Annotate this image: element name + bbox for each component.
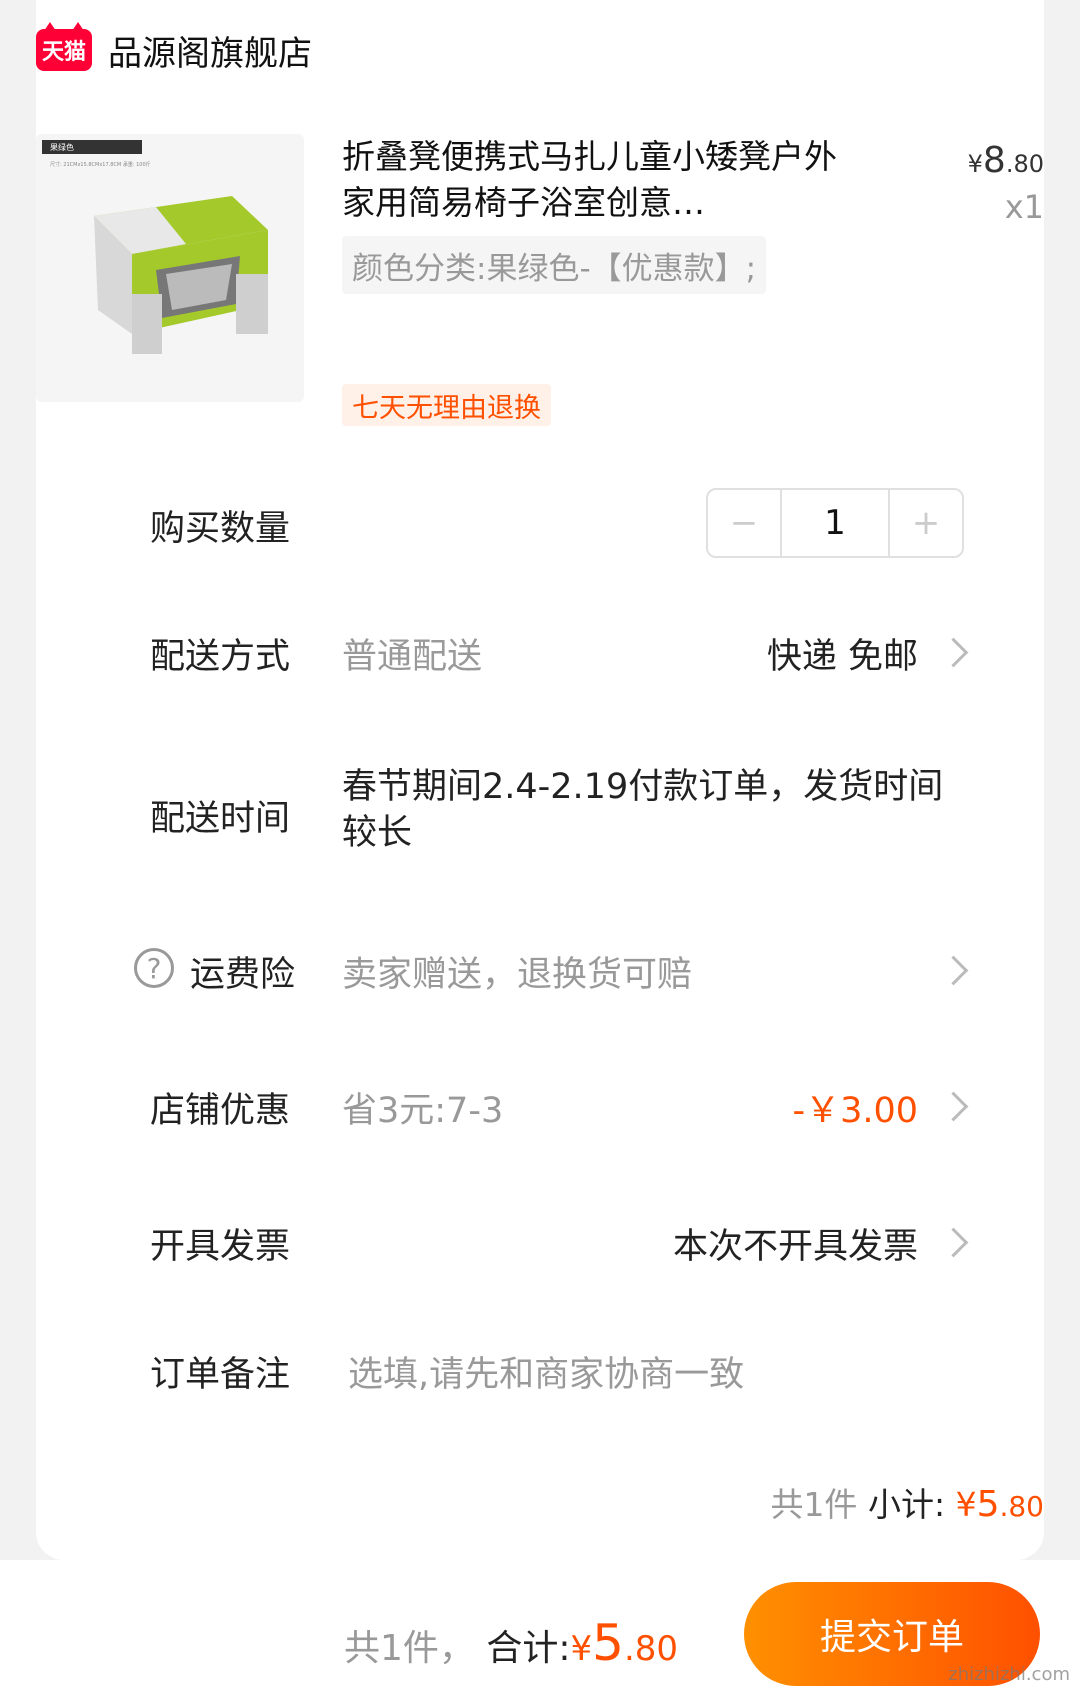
- tmall-logo: 天猫: [36, 22, 92, 71]
- bottom-bar: 共1件， 合计:¥5.80 提交订单 zhizhizhi.com: [0, 1560, 1080, 1708]
- invoice-value: 本次不开具发票: [672, 1227, 918, 1267]
- sku-info[interactable]: 颜色分类:果绿色-【优惠款】;: [342, 236, 767, 294]
- delivery-right: 快递 免邮: [766, 637, 918, 677]
- minus-button[interactable]: −: [708, 490, 780, 556]
- shop-name[interactable]: 品源阁旗舰店: [108, 26, 312, 75]
- chevron-right-icon: [938, 1227, 969, 1258]
- subtotal: 共1件 小计: ¥5.80: [770, 1478, 1044, 1526]
- product-price: ¥8.80: [968, 140, 1044, 181]
- subtotal-dec: .80: [999, 1490, 1044, 1523]
- chevron-right-icon: [938, 637, 969, 668]
- delivery-value: 普通配送: [342, 637, 483, 677]
- total-int: 5: [592, 1614, 624, 1672]
- help-icon[interactable]: ?: [134, 948, 174, 988]
- subtotal-count: 共1件: [770, 1485, 858, 1524]
- product-title[interactable]: 折叠凳便携式马扎儿童小矮凳户外家用简易椅子浴室创意…: [342, 134, 852, 226]
- image-caption: 尺寸: 21CMx15.8CMx17.8CM 承重: 100斤: [50, 161, 151, 168]
- delivery-label: 配送方式: [150, 637, 291, 677]
- quantity-stepper[interactable]: − 1 +: [706, 488, 964, 558]
- chevron-right-icon: [938, 1091, 969, 1122]
- discount-row[interactable]: 店铺优惠 省3元:7-3 -￥3.00: [0, 1082, 1008, 1132]
- invoice-label: 开具发票: [150, 1227, 291, 1267]
- subtotal-label: 小计:: [867, 1485, 946, 1524]
- total-dec: .80: [623, 1629, 679, 1669]
- delivery-time-label: 配送时间: [150, 799, 291, 839]
- stool-image: 果绿色 尺寸: 21CMx15.8CMx17.8CM 承重: 100斤: [42, 140, 268, 354]
- quantity-label: 购买数量: [150, 509, 291, 549]
- discount-label: 店铺优惠: [150, 1091, 291, 1131]
- insurance-value: 卖家赠送，退换货可赔: [342, 955, 693, 995]
- product-quantity: x1: [1004, 188, 1044, 226]
- total-count: 共1件，: [344, 1628, 475, 1669]
- subtotal-symbol: ¥: [955, 1485, 977, 1524]
- insurance-label: 运费险: [190, 955, 296, 995]
- shop-header[interactable]: 天猫 品源阁旗舰店: [36, 22, 312, 75]
- insurance-row[interactable]: ? 运费险 卖家赠送，退换货可赔: [0, 946, 1008, 996]
- delivery-row[interactable]: 配送方式 普通配送 快递 免邮: [0, 628, 1008, 678]
- subtotal-int: 5: [976, 1484, 1000, 1525]
- delivery-time-value: 春节期间2.4-2.19付款订单，发货时间较长: [342, 767, 944, 853]
- total-label: 合计:: [486, 1628, 571, 1669]
- return-policy-tag: 七天无理由退换: [342, 384, 551, 426]
- invoice-row[interactable]: 开具发票 本次不开具发票: [0, 1218, 1008, 1268]
- discount-value: 省3元:7-3: [342, 1091, 504, 1131]
- chevron-right-icon: [938, 955, 969, 986]
- plus-button[interactable]: +: [890, 490, 962, 556]
- total-symbol: ¥: [570, 1629, 593, 1669]
- discount-amount: -￥3.00: [792, 1091, 918, 1131]
- product-image[interactable]: 果绿色 尺寸: 21CMx15.8CMx17.8CM 承重: 100斤: [36, 134, 304, 402]
- price-dec: .80: [1005, 150, 1044, 178]
- price-symbol: ¥: [967, 150, 983, 178]
- order-total: 共1件， 合计:¥5.80: [344, 1614, 678, 1672]
- note-row[interactable]: 订单备注 选填,请先和商家协商一致: [0, 1346, 1008, 1396]
- delivery-time-row: 配送时间 春节期间2.4-2.19付款订单，发货时间较长: [0, 764, 1008, 864]
- price-int: 8: [982, 140, 1006, 181]
- image-color-label: 果绿色: [50, 142, 74, 152]
- quantity-value[interactable]: 1: [780, 490, 890, 556]
- note-label: 订单备注: [150, 1355, 291, 1395]
- note-input[interactable]: 选填,请先和商家协商一致: [348, 1346, 744, 1397]
- watermark: zhizhizhi.com: [948, 1664, 1070, 1685]
